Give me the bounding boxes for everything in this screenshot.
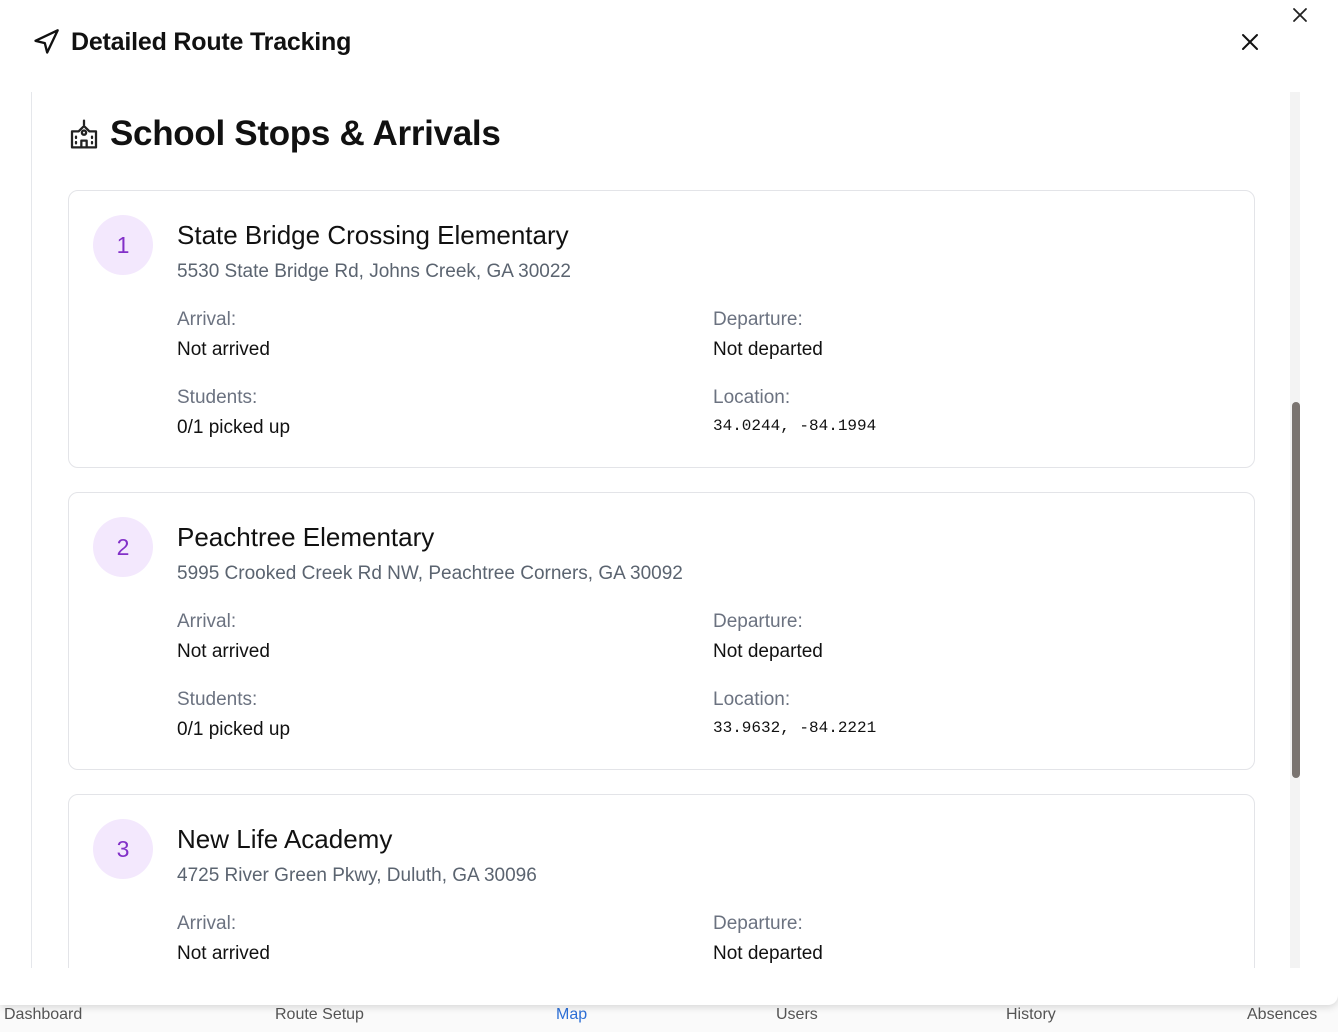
- stop-number-badge: 3: [93, 819, 153, 879]
- stop-name: State Bridge Crossing Elementary: [177, 220, 569, 250]
- route-tracking-modal: Detailed Route Tracking School Stops & A…: [0, 0, 1338, 1005]
- nav-map[interactable]: Map: [556, 1006, 587, 1024]
- departure-label: Departure:: [713, 913, 803, 934]
- stop-name: Peachtree Elementary: [177, 522, 435, 552]
- students-value: 0/1 picked up: [177, 719, 291, 740]
- stop-card: 3 New Life Academy 4725 River Green Pkwy…: [68, 794, 1255, 968]
- stop-number-badge: 1: [93, 215, 153, 275]
- section-title: School Stops & Arrivals: [68, 114, 501, 154]
- nav-users[interactable]: Users: [776, 1006, 818, 1024]
- students-value: 0/1 picked up: [177, 417, 291, 438]
- arrival-label: Arrival:: [177, 913, 237, 934]
- arrival-value: Not arrived: [177, 943, 270, 964]
- departure-label: Departure:: [713, 309, 803, 330]
- departure-label: Departure:: [713, 611, 803, 632]
- location-label: Location:: [713, 387, 791, 408]
- modal-header: Detailed Route Tracking: [0, 0, 1320, 84]
- location-label: Location:: [713, 689, 791, 710]
- stops-scroll-area[interactable]: School Stops & Arrivals 1 State Bridge C…: [31, 92, 1299, 968]
- arrival-value: Not arrived: [177, 339, 270, 360]
- location-value: 33.9632, -84.2221: [713, 719, 877, 737]
- nav-history[interactable]: History: [1006, 1006, 1056, 1024]
- departure-value: Not departed: [713, 641, 823, 662]
- stop-card: 2 Peachtree Elementary 5995 Crooked Cree…: [68, 492, 1255, 770]
- nav-absences[interactable]: Absences: [1247, 1006, 1317, 1024]
- students-label: Students:: [177, 689, 258, 710]
- section-title-text: School Stops & Arrivals: [110, 114, 501, 153]
- nav-route-setup[interactable]: Route Setup: [275, 1006, 364, 1024]
- departure-value: Not departed: [713, 943, 823, 964]
- arrival-label: Arrival:: [177, 611, 237, 632]
- stop-address: 5530 State Bridge Rd, Johns Creek, GA 30…: [177, 261, 571, 282]
- close-icon[interactable]: [1236, 28, 1264, 56]
- modal-title: Detailed Route Tracking: [71, 27, 352, 56]
- location-value: 34.0244, -84.1994: [713, 417, 877, 435]
- stop-card: 1 State Bridge Crossing Elementary 5530 …: [68, 190, 1255, 468]
- arrival-value: Not arrived: [177, 641, 270, 662]
- scrollbar-thumb[interactable]: [1292, 402, 1300, 778]
- departure-value: Not departed: [713, 339, 823, 360]
- stop-name: New Life Academy: [177, 824, 393, 854]
- stop-number-badge: 2: [93, 517, 153, 577]
- students-label: Students:: [177, 387, 258, 408]
- arrival-label: Arrival:: [177, 309, 237, 330]
- stop-address: 4725 River Green Pkwy, Duluth, GA 30096: [177, 865, 537, 886]
- navigation-arrow-icon: [31, 27, 61, 57]
- school-icon: [68, 118, 100, 150]
- stop-address: 5995 Crooked Creek Rd NW, Peachtree Corn…: [177, 563, 683, 584]
- nav-dashboard[interactable]: Dashboard: [4, 1006, 82, 1024]
